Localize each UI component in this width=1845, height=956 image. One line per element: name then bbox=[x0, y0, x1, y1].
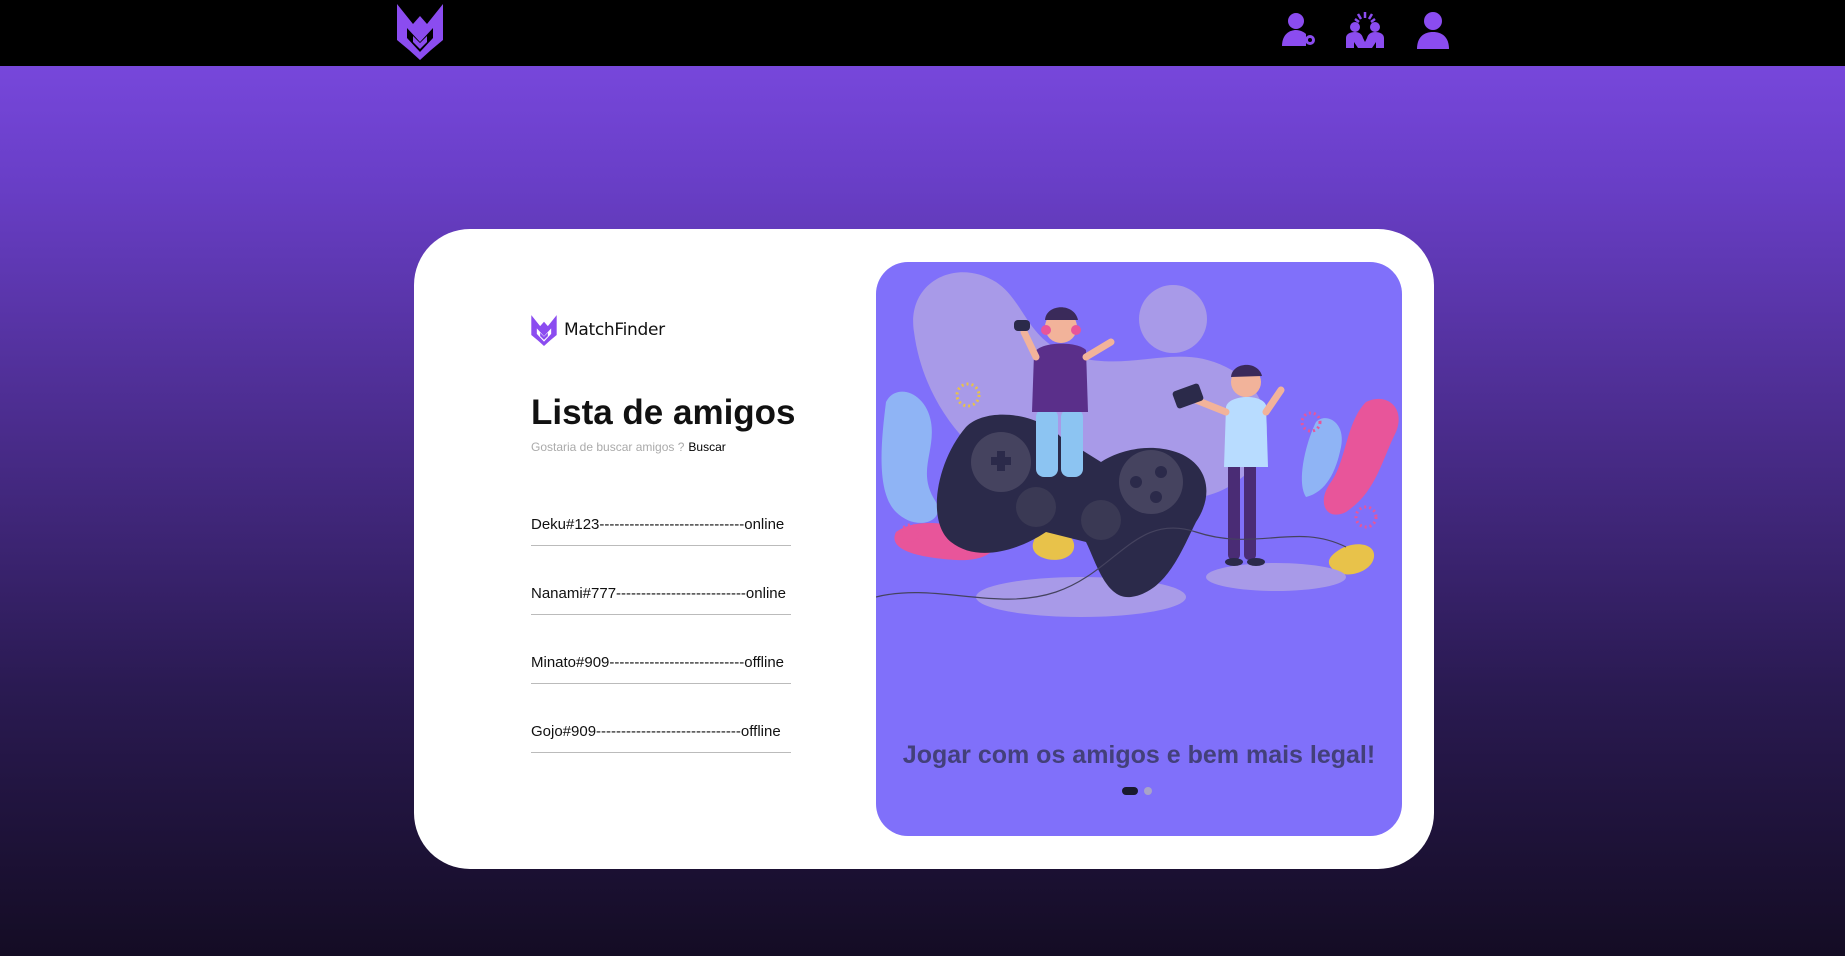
brand-name: MatchFinder bbox=[564, 320, 665, 340]
group-icon[interactable] bbox=[1345, 10, 1385, 50]
carousel-panel: Jogar com os amigos e bem mais legal! bbox=[876, 262, 1402, 836]
user-key-icon[interactable] bbox=[1280, 10, 1320, 50]
page-title: Lista de amigos bbox=[531, 393, 796, 432]
search-prompt: Gostaria de buscar amigos ? Buscar bbox=[531, 440, 726, 454]
search-prompt-text: Gostaria de buscar amigos ? bbox=[531, 440, 685, 454]
friend-list-item[interactable]: Minato#909---------------------------off… bbox=[531, 651, 791, 684]
carousel-dot-2[interactable] bbox=[1144, 787, 1152, 795]
matchfinder-logo-icon[interactable] bbox=[395, 2, 445, 60]
friends-card: MatchFinder Lista de amigos Gostaria de … bbox=[414, 229, 1434, 869]
friend-list-item[interactable]: Gojo#909-----------------------------off… bbox=[531, 720, 791, 753]
user-profile-icon[interactable] bbox=[1413, 10, 1453, 50]
friend-list-item[interactable]: Deku#123-----------------------------onl… bbox=[531, 513, 791, 546]
brand: MatchFinder bbox=[530, 313, 665, 347]
carousel-caption: Jogar com os amigos e bem mais legal! bbox=[902, 741, 1376, 769]
carousel-indicators bbox=[1122, 787, 1152, 795]
friend-list-item[interactable]: Nanami#777--------------------------onli… bbox=[531, 582, 791, 615]
gamers-with-controller-illustration bbox=[876, 272, 1399, 617]
top-navbar bbox=[0, 0, 1845, 66]
search-link[interactable]: Buscar bbox=[688, 440, 725, 454]
matchfinder-logo-icon bbox=[531, 315, 557, 346]
carousel-dot-1[interactable] bbox=[1122, 787, 1138, 795]
